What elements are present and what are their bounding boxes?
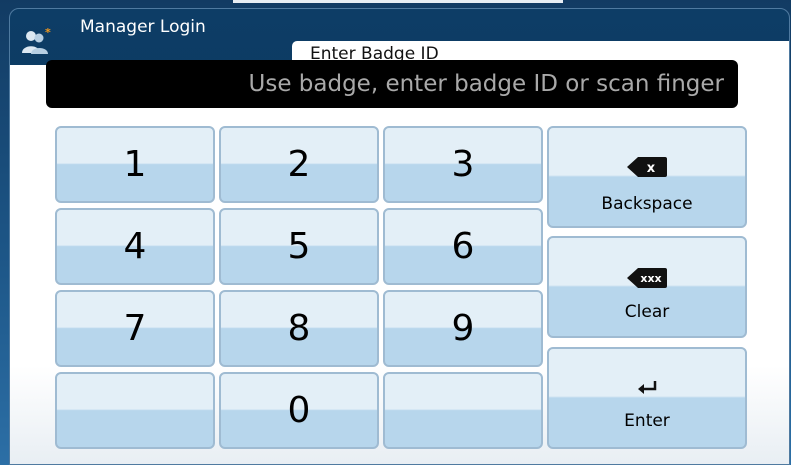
- key-4[interactable]: 4: [55, 208, 215, 285]
- backspace-icon: x: [627, 157, 667, 177]
- enter-button[interactable]: Enter: [547, 347, 747, 449]
- clear-label: Clear: [624, 302, 670, 322]
- key-8[interactable]: 8: [219, 290, 379, 367]
- key-0[interactable]: 0: [219, 372, 379, 449]
- clear-button[interactable]: xxx Clear: [547, 236, 747, 338]
- key-blank-right[interactable]: [383, 372, 543, 449]
- enter-label: Enter: [624, 411, 670, 431]
- window-title: Manager Login: [80, 17, 206, 37]
- users-icon: *: [22, 27, 51, 54]
- enter-icon: [638, 381, 657, 394]
- clear-icon: xxx: [627, 268, 667, 288]
- badge-id-input[interactable]: Use badge, enter badge ID or scan finger: [46, 60, 738, 108]
- key-blank-left[interactable]: [55, 372, 215, 449]
- svg-text:x: x: [647, 161, 656, 176]
- key-5[interactable]: 5: [219, 208, 379, 285]
- top-edge-highlight: [233, 0, 563, 3]
- svg-text:*: *: [45, 27, 51, 39]
- backspace-label: Backspace: [601, 194, 693, 214]
- svg-text:xxx: xxx: [640, 272, 661, 285]
- key-6[interactable]: 6: [383, 208, 543, 285]
- key-3[interactable]: 3: [383, 126, 543, 203]
- key-9[interactable]: 9: [383, 290, 543, 367]
- backspace-button[interactable]: x Backspace: [547, 126, 747, 228]
- input-placeholder: Use badge, enter badge ID or scan finger: [248, 71, 725, 97]
- key-7[interactable]: 7: [55, 290, 215, 367]
- key-1[interactable]: 1: [55, 126, 215, 203]
- key-2[interactable]: 2: [219, 126, 379, 203]
